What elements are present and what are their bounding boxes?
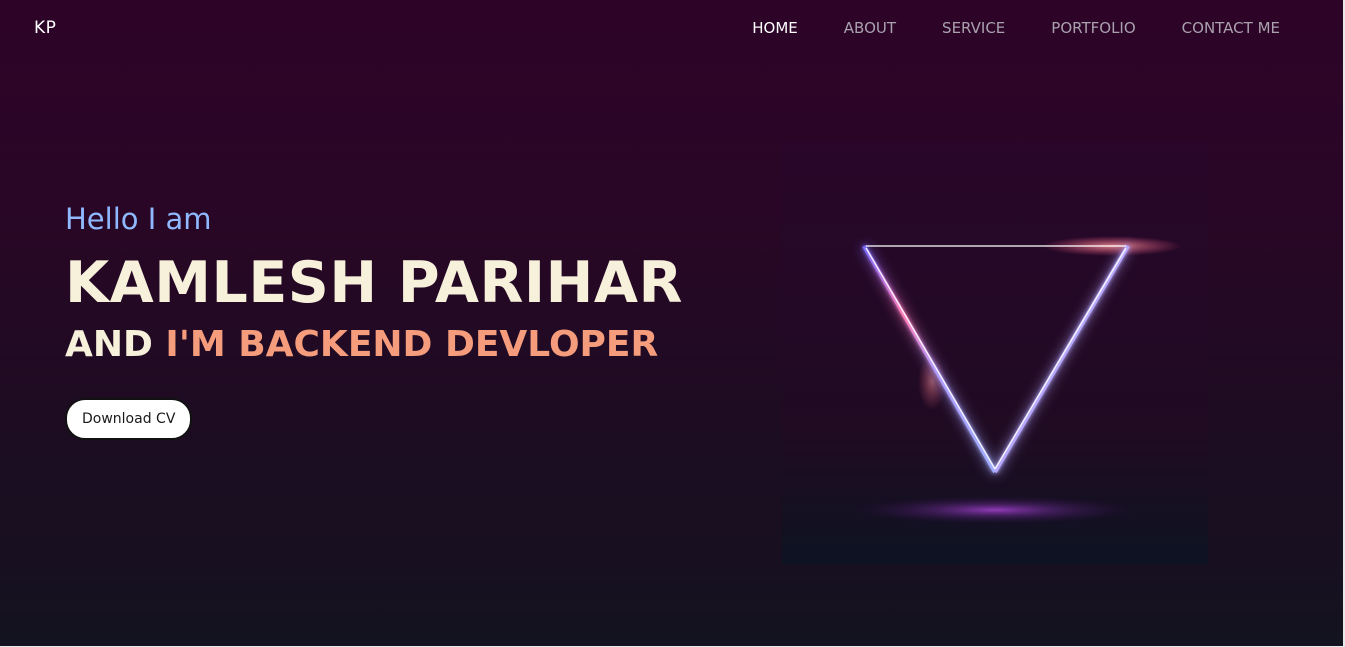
nav-about[interactable]: ABOUT [844,19,896,37]
hero-greeting: Hello I am [65,202,212,236]
nav-home[interactable]: HOME [752,19,798,37]
hero-role: AND I'M BACKEND DEVLOPER [65,318,705,372]
hero-section: Hello I am KAMLESH PARIHAR AND I'M BACKE… [65,196,705,440]
role-title: I'M BACKEND DEVLOPER [165,324,659,365]
role-prefix: AND [65,324,153,365]
nav-service[interactable]: SERVICE [942,19,1005,37]
download-cv-button[interactable]: Download CV [65,398,193,440]
site-logo[interactable]: KP [34,18,56,38]
landing-page: KP HOME ABOUT SERVICE PORTFOLIO CONTACT … [0,0,1345,647]
nav-portfolio[interactable]: PORTFOLIO [1051,19,1135,37]
hero-name: KAMLESH PARIHAR [65,250,683,316]
neon-triangle-icon [855,236,1182,524]
nav-contact-me[interactable]: CONTACT ME [1182,19,1280,37]
main-nav: HOME ABOUT SERVICE PORTFOLIO CONTACT ME [706,19,1280,37]
neon-triangle-graphic [782,142,1208,564]
